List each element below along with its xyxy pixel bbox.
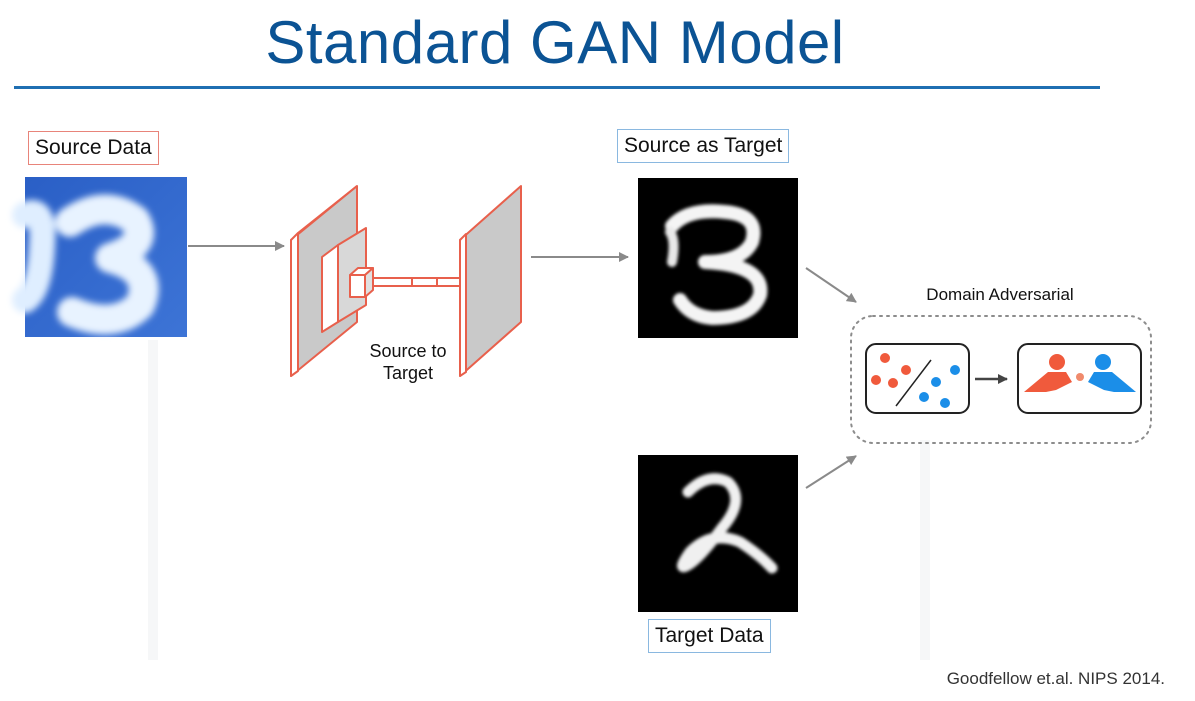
source-as-target-image	[638, 178, 798, 338]
slide: Standard GAN Model Source Data Source as…	[0, 0, 1195, 701]
citation: Goodfellow et.al. NIPS 2014.	[946, 669, 1165, 688]
domain-adversarial-caption: Domain Adversarial	[926, 285, 1074, 304]
source-as-target-label: Source as Target	[617, 129, 790, 163]
source-image	[12, 177, 187, 337]
classifier-icon	[865, 343, 970, 414]
target-data-image	[638, 455, 798, 612]
source-data-label: Source Data	[28, 131, 159, 165]
target-data-label: Target Data	[648, 619, 771, 653]
adversary-icon	[1017, 343, 1142, 414]
arrow-target-to-discriminator	[805, 455, 857, 489]
generator-caption: Source to Target	[369, 341, 447, 383]
diagram-canvas	[12, 177, 1152, 612]
arrow-generated-to-discriminator	[805, 267, 857, 303]
